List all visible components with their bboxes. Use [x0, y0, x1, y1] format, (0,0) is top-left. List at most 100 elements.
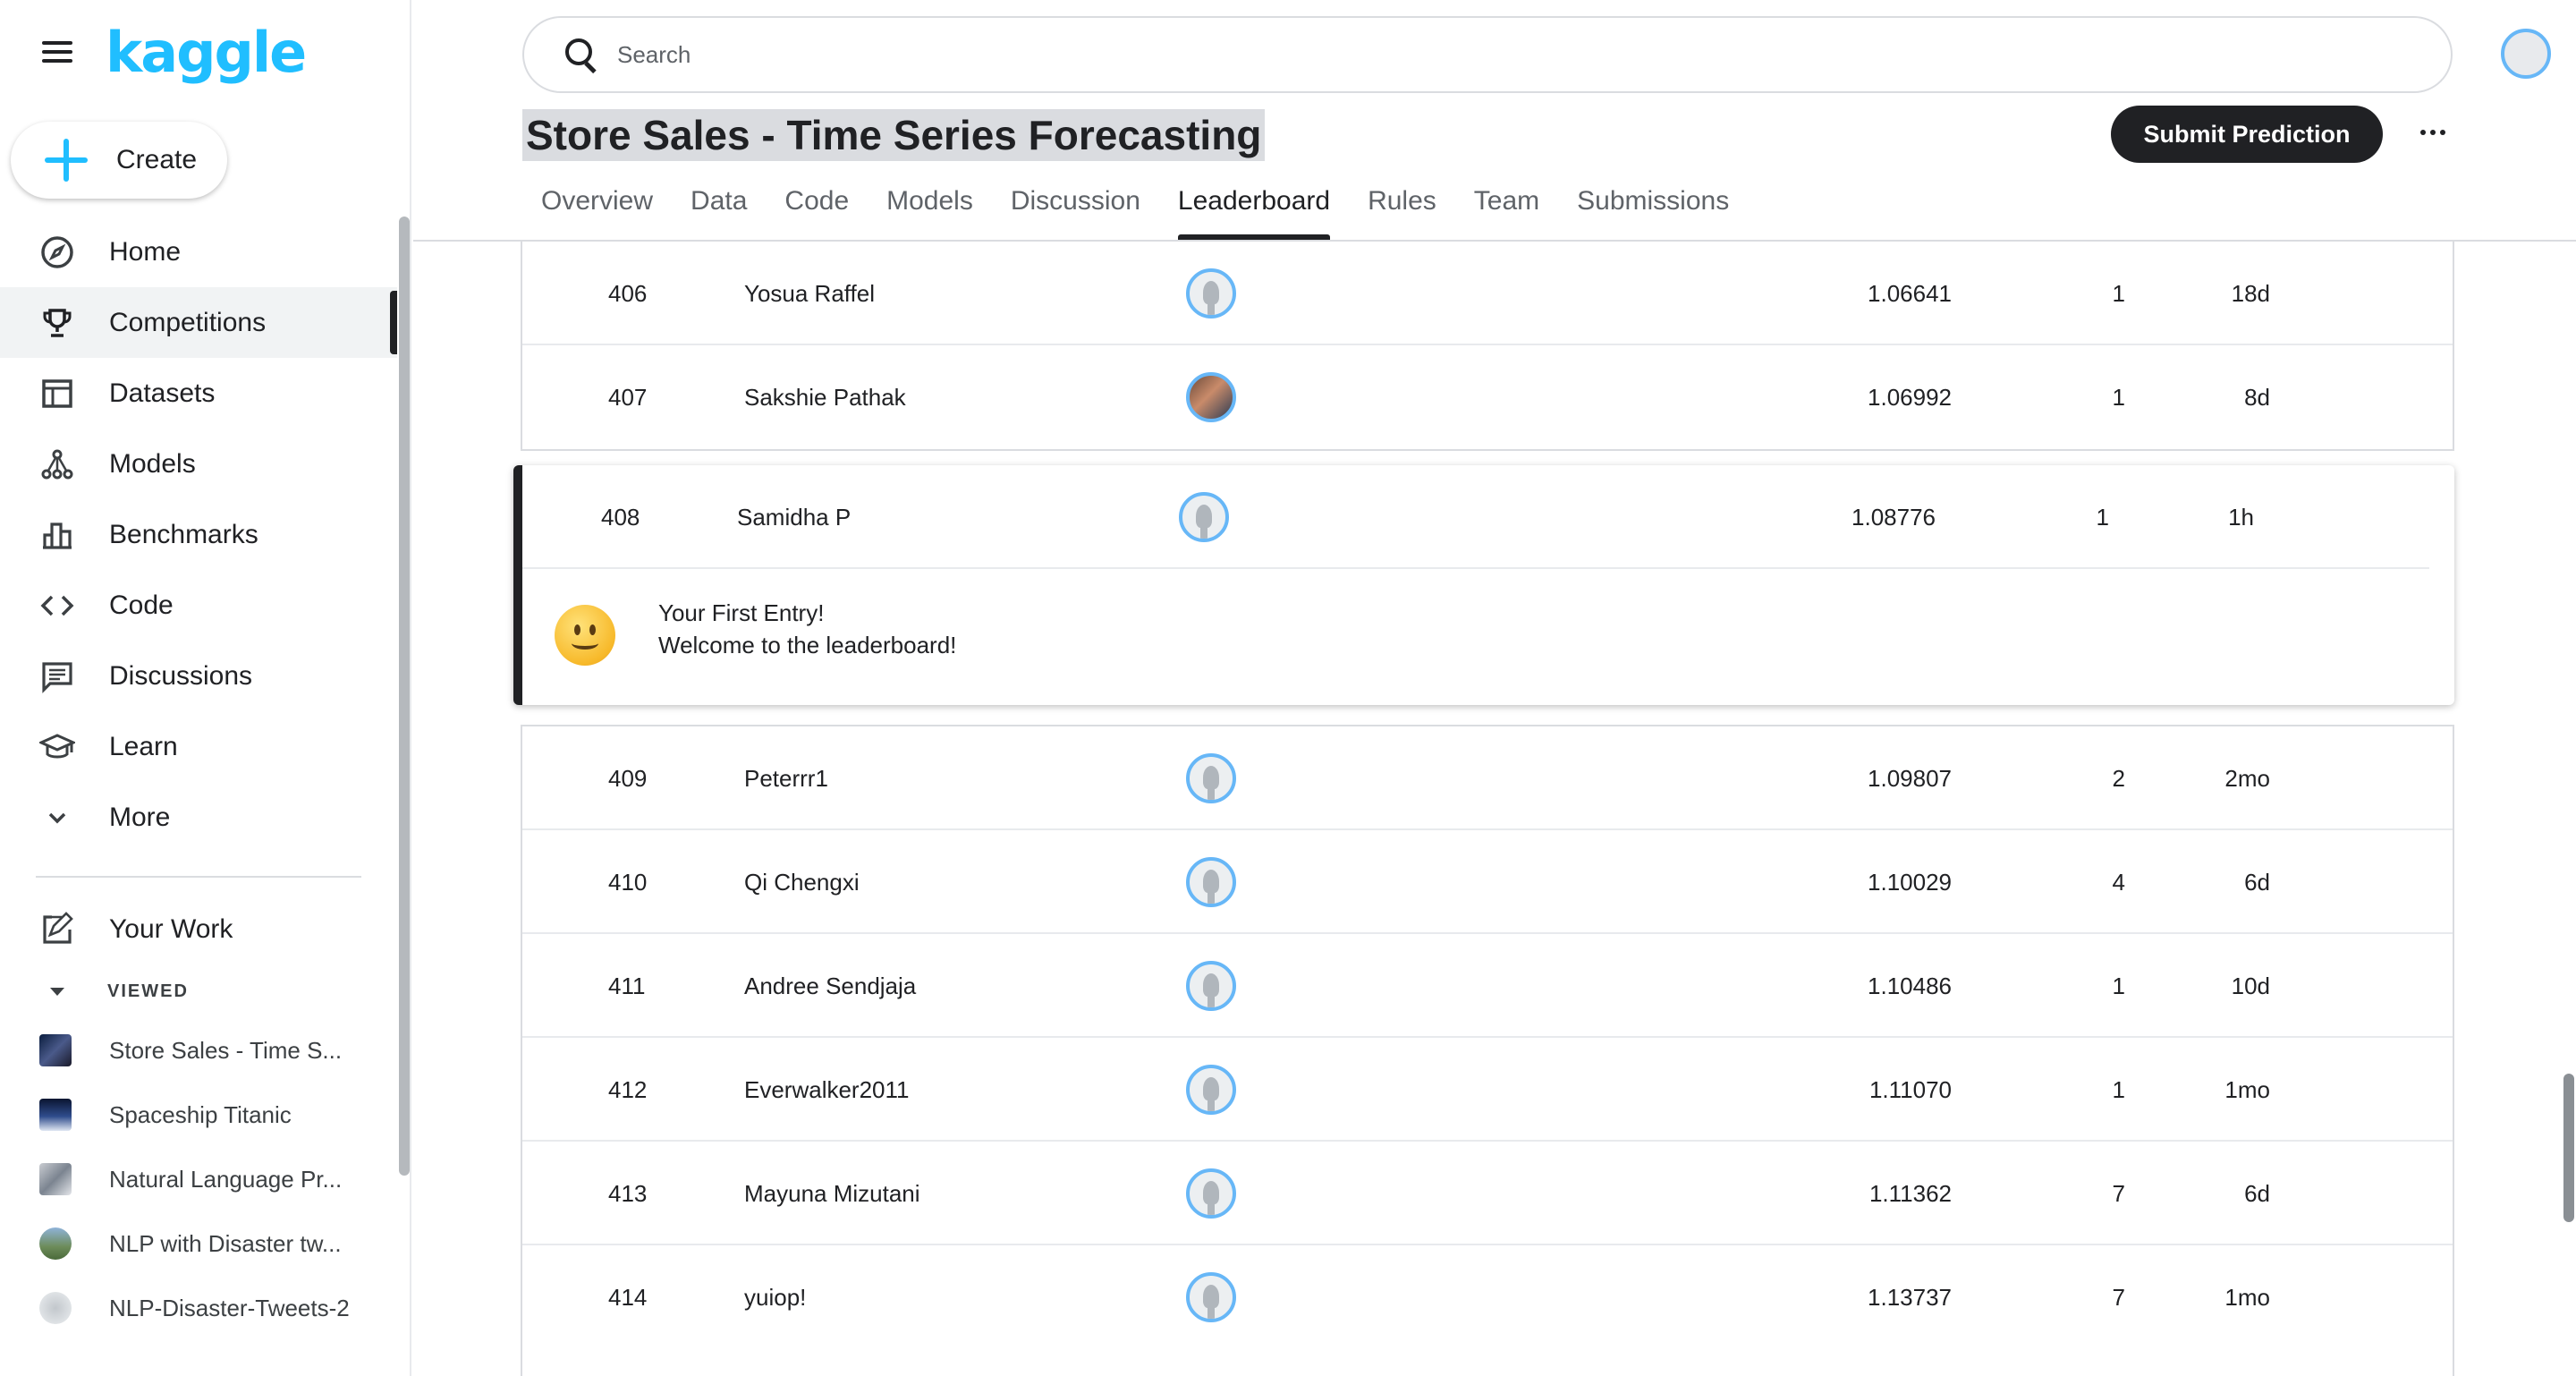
- smiley-face-icon: [555, 605, 615, 666]
- rank: 409: [608, 765, 648, 792]
- entries: 1: [2112, 973, 2125, 999]
- search-input[interactable]: [617, 40, 2317, 69]
- competition-thumbnail: [39, 1163, 72, 1195]
- tab-rules[interactable]: Rules: [1349, 175, 1455, 240]
- user-avatar[interactable]: [2501, 29, 2551, 79]
- your-entry-highlight: 408 Samidha P 1.08776 1 1h Your First En…: [513, 465, 2454, 705]
- sidebar-item-label: More: [109, 802, 171, 832]
- avatar[interactable]: [1186, 372, 1236, 422]
- sidebar-item-label: Learn: [109, 731, 178, 761]
- table-row[interactable]: 406 Yosua Raffel 1.06641 1 18d: [522, 242, 2453, 345]
- tab-models[interactable]: Models: [868, 175, 992, 240]
- page-title: Store Sales - Time Series Forecasting: [522, 109, 1266, 161]
- sidebar-item-label: Datasets: [109, 378, 216, 408]
- graduation-cap-icon: [39, 729, 75, 765]
- avatar[interactable]: [1186, 753, 1236, 803]
- tab-code[interactable]: Code: [766, 175, 868, 240]
- message-body: Welcome to the leaderboard!: [658, 632, 957, 658]
- table-row[interactable]: 410 Qi Chengxi 1.10029 4 6d: [522, 830, 2453, 934]
- main-scrollbar[interactable]: [2563, 1074, 2574, 1222]
- competition-thumbnail: [39, 1227, 72, 1260]
- rank: 410: [608, 869, 648, 896]
- sidebar-item-discussions[interactable]: Discussions: [0, 641, 397, 711]
- table-row[interactable]: 412 Everwalker2011 1.11070 1 1mo: [522, 1038, 2453, 1142]
- team-name[interactable]: yuiop!: [744, 1245, 806, 1349]
- entries: 7: [2112, 1284, 2125, 1311]
- team-name[interactable]: Qi Chengxi: [744, 830, 860, 934]
- team-name[interactable]: Mayuna Mizutani: [744, 1142, 920, 1245]
- table-icon: [39, 376, 75, 412]
- rank: 414: [608, 1284, 648, 1311]
- sidebar: kaggle Create Home Competitions Datasets: [0, 0, 411, 1376]
- entries: 1: [2112, 384, 2125, 411]
- team-name[interactable]: Everwalker2011: [744, 1038, 910, 1142]
- avatar[interactable]: [1186, 857, 1236, 907]
- avatar[interactable]: [1186, 1168, 1236, 1219]
- submit-prediction-button[interactable]: Submit Prediction: [2111, 106, 2383, 163]
- tab-data[interactable]: Data: [672, 175, 766, 240]
- sidebar-item-learn[interactable]: Learn: [0, 711, 397, 782]
- competition-tabs: Overview Data Code Models Discussion Lea…: [522, 175, 1748, 240]
- sidebar-item-code[interactable]: Code: [0, 570, 397, 641]
- avatar[interactable]: [1186, 268, 1236, 319]
- notebook-avatar: [39, 1292, 72, 1324]
- viewed-item[interactable]: NLP-Disaster-Tweets-2: [0, 1276, 397, 1340]
- sidebar-divider: [36, 876, 361, 878]
- tab-overview[interactable]: Overview: [522, 175, 672, 240]
- team-name[interactable]: Peterrr1: [744, 726, 828, 830]
- sidebar-item-benchmarks[interactable]: Benchmarks: [0, 499, 397, 570]
- viewed-section-toggle[interactable]: VIEWED: [0, 964, 397, 1018]
- team-name[interactable]: Samidha P: [737, 465, 851, 569]
- tab-discussion[interactable]: Discussion: [992, 175, 1159, 240]
- viewed-item[interactable]: NLP with Disaster tw...: [0, 1211, 397, 1276]
- tab-leaderboard[interactable]: Leaderboard: [1159, 175, 1349, 240]
- sidebar-scrollbar[interactable]: [399, 217, 410, 1176]
- sidebar-item-label: Models: [109, 448, 196, 479]
- score: 1.13737: [1868, 1284, 1952, 1311]
- viewed-item[interactable]: Spaceship Titanic: [0, 1083, 397, 1147]
- team-name[interactable]: Andree Sendjaja: [744, 934, 916, 1038]
- score: 1.06641: [1868, 280, 1952, 307]
- tab-submissions[interactable]: Submissions: [1558, 175, 1748, 240]
- rank: 411: [608, 973, 646, 999]
- viewed-item[interactable]: Store Sales - Time S...: [0, 1018, 397, 1083]
- team-name[interactable]: Sakshie Pathak: [744, 345, 906, 449]
- sidebar-item-datasets[interactable]: Datasets: [0, 358, 397, 429]
- bar-chart-icon: [39, 517, 75, 553]
- table-row[interactable]: 407 Sakshie Pathak 1.06992 1 8d: [522, 345, 2453, 449]
- last-submission: 6d: [2244, 1180, 2270, 1207]
- viewed-item[interactable]: Natural Language Pr...: [0, 1147, 397, 1211]
- table-row[interactable]: 411 Andree Sendjaja 1.10486 1 10d: [522, 934, 2453, 1038]
- entries: 1: [2112, 280, 2125, 307]
- viewed-item-label: Store Sales - Time S...: [109, 1036, 343, 1064]
- kaggle-logo[interactable]: kaggle: [106, 20, 307, 85]
- team-name[interactable]: Yosua Raffel: [744, 242, 875, 345]
- sidebar-item-competitions[interactable]: Competitions: [0, 287, 397, 358]
- entries: 4: [2112, 869, 2125, 896]
- avatar[interactable]: [1186, 1065, 1236, 1115]
- sidebar-item-home[interactable]: Home: [0, 217, 397, 287]
- tab-team[interactable]: Team: [1455, 175, 1558, 240]
- create-button[interactable]: Create: [11, 122, 227, 199]
- search-icon: [564, 37, 599, 72]
- sidebar-item-label: Competitions: [109, 307, 267, 337]
- model-graph-icon: [39, 446, 75, 482]
- trophy-icon: [39, 305, 75, 341]
- avatar[interactable]: [1186, 1272, 1236, 1322]
- hamburger-menu-icon[interactable]: [36, 36, 79, 72]
- sidebar-item-more[interactable]: More: [0, 782, 397, 853]
- code-brackets-icon: [39, 588, 75, 624]
- sidebar-item-your-work[interactable]: Your Work: [0, 894, 397, 964]
- table-row[interactable]: 414 yuiop! 1.13737 7 1mo: [522, 1245, 2453, 1349]
- first-entry-message: Your First Entry! Welcome to the leaderb…: [522, 571, 2454, 705]
- table-row-current-user[interactable]: 408 Samidha P 1.08776 1 1h: [522, 465, 2429, 569]
- sidebar-item-models[interactable]: Models: [0, 429, 397, 499]
- sidebar-nav: Home Competitions Datasets Models Benchm…: [0, 217, 397, 1340]
- more-options-icon[interactable]: [2415, 115, 2451, 150]
- avatar[interactable]: [1186, 961, 1236, 1011]
- message-title: Your First Entry!: [658, 599, 825, 626]
- search-bar[interactable]: [522, 16, 2453, 93]
- avatar[interactable]: [1179, 492, 1229, 542]
- table-row[interactable]: 413 Mayuna Mizutani 1.11362 7 6d: [522, 1142, 2453, 1245]
- table-row[interactable]: 409 Peterrr1 1.09807 2 2mo: [522, 726, 2453, 830]
